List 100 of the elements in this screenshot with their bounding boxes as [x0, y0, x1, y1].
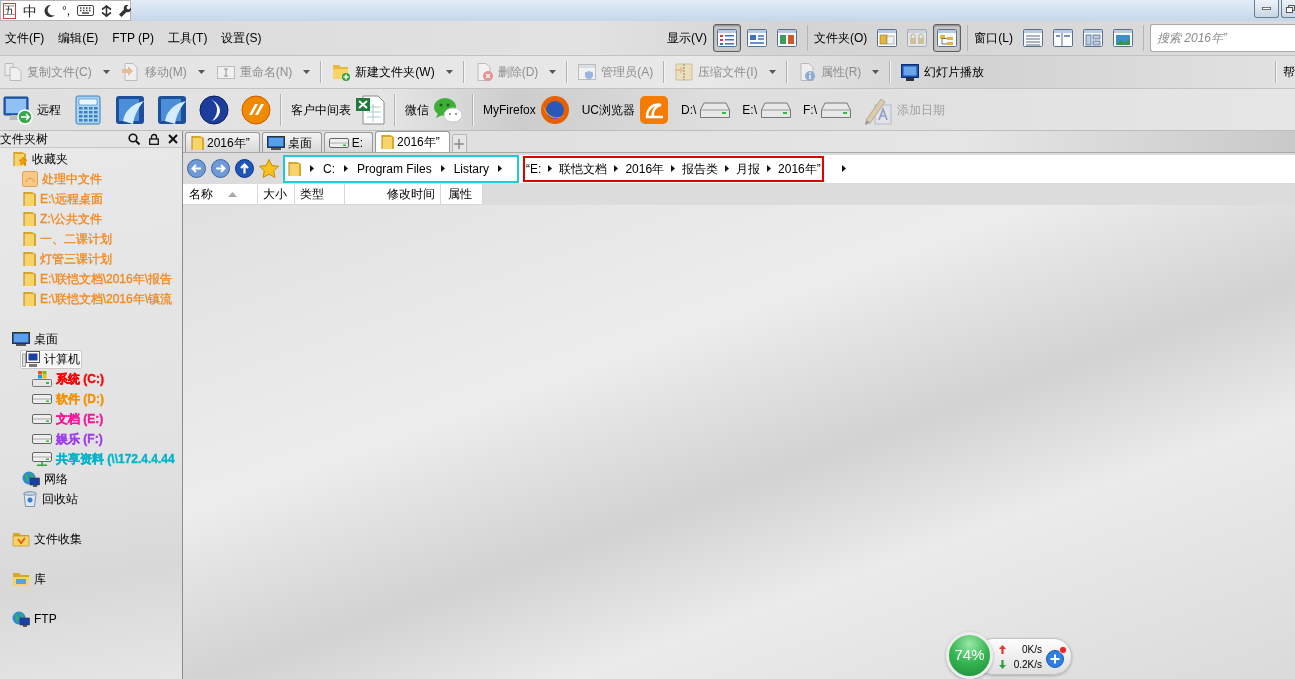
- pages-icon: [4, 63, 22, 81]
- shortcut-button[interactable]: UC浏览器: [580, 91, 670, 128]
- tree-item[interactable]: 库: [10, 569, 48, 589]
- close-icon[interactable]: [168, 134, 178, 144]
- caret-right-icon[interactable]: [344, 165, 348, 172]
- shortcut-button[interactable]: E:\: [741, 91, 793, 128]
- tab[interactable]: 桌面: [261, 132, 322, 152]
- keyboard-icon[interactable]: [77, 5, 95, 16]
- plus-icon: [454, 138, 465, 149]
- caret-right-icon[interactable]: [440, 165, 445, 172]
- monitor-icon: [12, 332, 30, 346]
- add-button[interactable]: [1046, 645, 1067, 668]
- tree-item[interactable]: 娱乐 (F:): [30, 429, 105, 449]
- tree-item[interactable]: 回收站: [20, 489, 80, 509]
- tree-item[interactable]: 网络: [20, 469, 70, 489]
- folder-icon: [22, 231, 36, 247]
- breadcrumb-item[interactable]: C:: [323, 159, 335, 178]
- thumbnails-view-icon: [777, 29, 797, 47]
- up-icon[interactable]: [235, 159, 254, 178]
- menu-item[interactable]: 文件夹(O): [814, 29, 868, 47]
- column-header[interactable]: 名称: [183, 184, 258, 204]
- breadcrumb-item[interactable]: 报告类: [682, 159, 719, 178]
- breadcrumb-item[interactable]: Listary: [453, 159, 490, 178]
- minimize-icon: [1262, 7, 1271, 10]
- breadcrumb-item[interactable]: 联恺文档: [559, 159, 608, 178]
- search-icon[interactable]: [128, 133, 140, 145]
- shortcut-button[interactable]: D:\: [680, 91, 732, 128]
- breadcrumb-item[interactable]: Program Files: [357, 159, 432, 178]
- caret-right-icon[interactable]: [614, 165, 619, 172]
- caret-right-icon[interactable]: [498, 165, 503, 172]
- wrench-icon[interactable]: [119, 4, 132, 17]
- menu-item[interactable]: 设置(S): [220, 29, 263, 47]
- restore-button[interactable]: [1281, 0, 1295, 18]
- shortcut-button[interactable]: 远程: [2, 91, 62, 128]
- shortcut-button[interactable]: MyFirefox: [482, 91, 571, 128]
- moon-icon[interactable]: [44, 4, 55, 17]
- swirl-tile-icon: [157, 94, 187, 125]
- column-header[interactable]: 类型: [295, 184, 345, 204]
- view-button[interactable]: [933, 24, 962, 52]
- menu-item[interactable]: 窗口(L): [974, 29, 1013, 47]
- menu-item[interactable]: FTP (P): [111, 29, 156, 47]
- calculator-icon: [73, 94, 103, 125]
- tree-item[interactable]: 收藏夹: [10, 149, 70, 169]
- column-header[interactable]: 修改时间: [345, 184, 441, 204]
- caret-right-icon[interactable]: [671, 165, 676, 172]
- caret-right-icon[interactable]: [767, 165, 772, 172]
- back-icon[interactable]: [187, 159, 206, 178]
- lock-icon[interactable]: [149, 133, 159, 145]
- forward-icon[interactable]: [211, 159, 230, 178]
- archive-icon: [675, 63, 694, 81]
- monitor-icon: [901, 63, 920, 81]
- tab[interactable]: 2016年”: [375, 131, 450, 152]
- menu-item[interactable]: 显示(V): [667, 29, 707, 47]
- menu-item[interactable]: 工具(T): [167, 29, 209, 47]
- tab[interactable]: E:: [323, 132, 374, 152]
- breadcrumb-item[interactable]: “E:: [526, 159, 542, 178]
- tab[interactable]: 2016年”: [185, 132, 260, 152]
- round-logo-icon: [241, 94, 271, 125]
- caret-down-icon: [445, 70, 453, 74]
- menu-item[interactable]: 编辑(E): [57, 29, 100, 47]
- search-field[interactable]: 搜索 2016年”: [1150, 24, 1295, 52]
- ime-mode-toggle[interactable]: 中: [23, 3, 37, 18]
- recycle-bin-icon: [22, 491, 38, 507]
- toolbar-button[interactable]: 幻灯片播放: [898, 59, 988, 85]
- shortcut-button[interactable]: 微信: [404, 91, 464, 128]
- spreadsheet-icon: [355, 94, 385, 125]
- rows-layout-icon: [1023, 29, 1043, 47]
- caret-down-icon: [303, 70, 311, 74]
- caret-right-icon[interactable]: [725, 165, 730, 172]
- breadcrumb-item[interactable]: 2016年”: [778, 159, 821, 178]
- star-folder-icon: [12, 151, 28, 167]
- toolbar-button[interactable]: 新建文件夹(W): [329, 59, 456, 85]
- shortcut-button[interactable]: F:\: [802, 91, 853, 128]
- tree-item[interactable]: 桌面: [10, 329, 60, 349]
- drive-icon: [761, 101, 792, 118]
- caret-right-icon[interactable]: [310, 165, 314, 172]
- menu-item[interactable]: 文件(F): [4, 29, 46, 47]
- folder-icon: [22, 251, 36, 267]
- breadcrumb-item[interactable]: 月报: [736, 159, 761, 178]
- split-arrows-icon[interactable]: [101, 4, 113, 17]
- columns-layout-icon: [1053, 29, 1073, 47]
- computer-icon: [22, 351, 40, 367]
- ime-logo[interactable]: 五: [3, 2, 16, 19]
- globe-monitor-icon: [22, 471, 40, 487]
- minimize-button[interactable]: [1254, 0, 1279, 18]
- tree-item[interactable]: FTP: [10, 609, 59, 629]
- upload-speed: 0K/s: [1021, 642, 1042, 656]
- caret-right-icon[interactable]: [841, 165, 846, 172]
- column-header[interactable]: 属性: [441, 184, 483, 204]
- punctuation-toggle[interactable]: °,: [62, 4, 71, 17]
- view-button[interactable]: [713, 24, 741, 52]
- column-header[interactable]: 大小: [258, 184, 295, 204]
- caret-down-icon: [872, 70, 880, 74]
- star-icon[interactable]: [259, 159, 279, 178]
- tree-item[interactable]: 文件收集: [10, 529, 84, 549]
- caret-right-icon[interactable]: [548, 165, 553, 172]
- tree-item[interactable]: 计算机: [20, 349, 82, 369]
- shortcut-button[interactable]: 客户中间表: [290, 91, 386, 128]
- toolbar-button[interactable]: 帮: [1283, 63, 1295, 81]
- breadcrumb-item[interactable]: 2016年: [625, 159, 665, 178]
